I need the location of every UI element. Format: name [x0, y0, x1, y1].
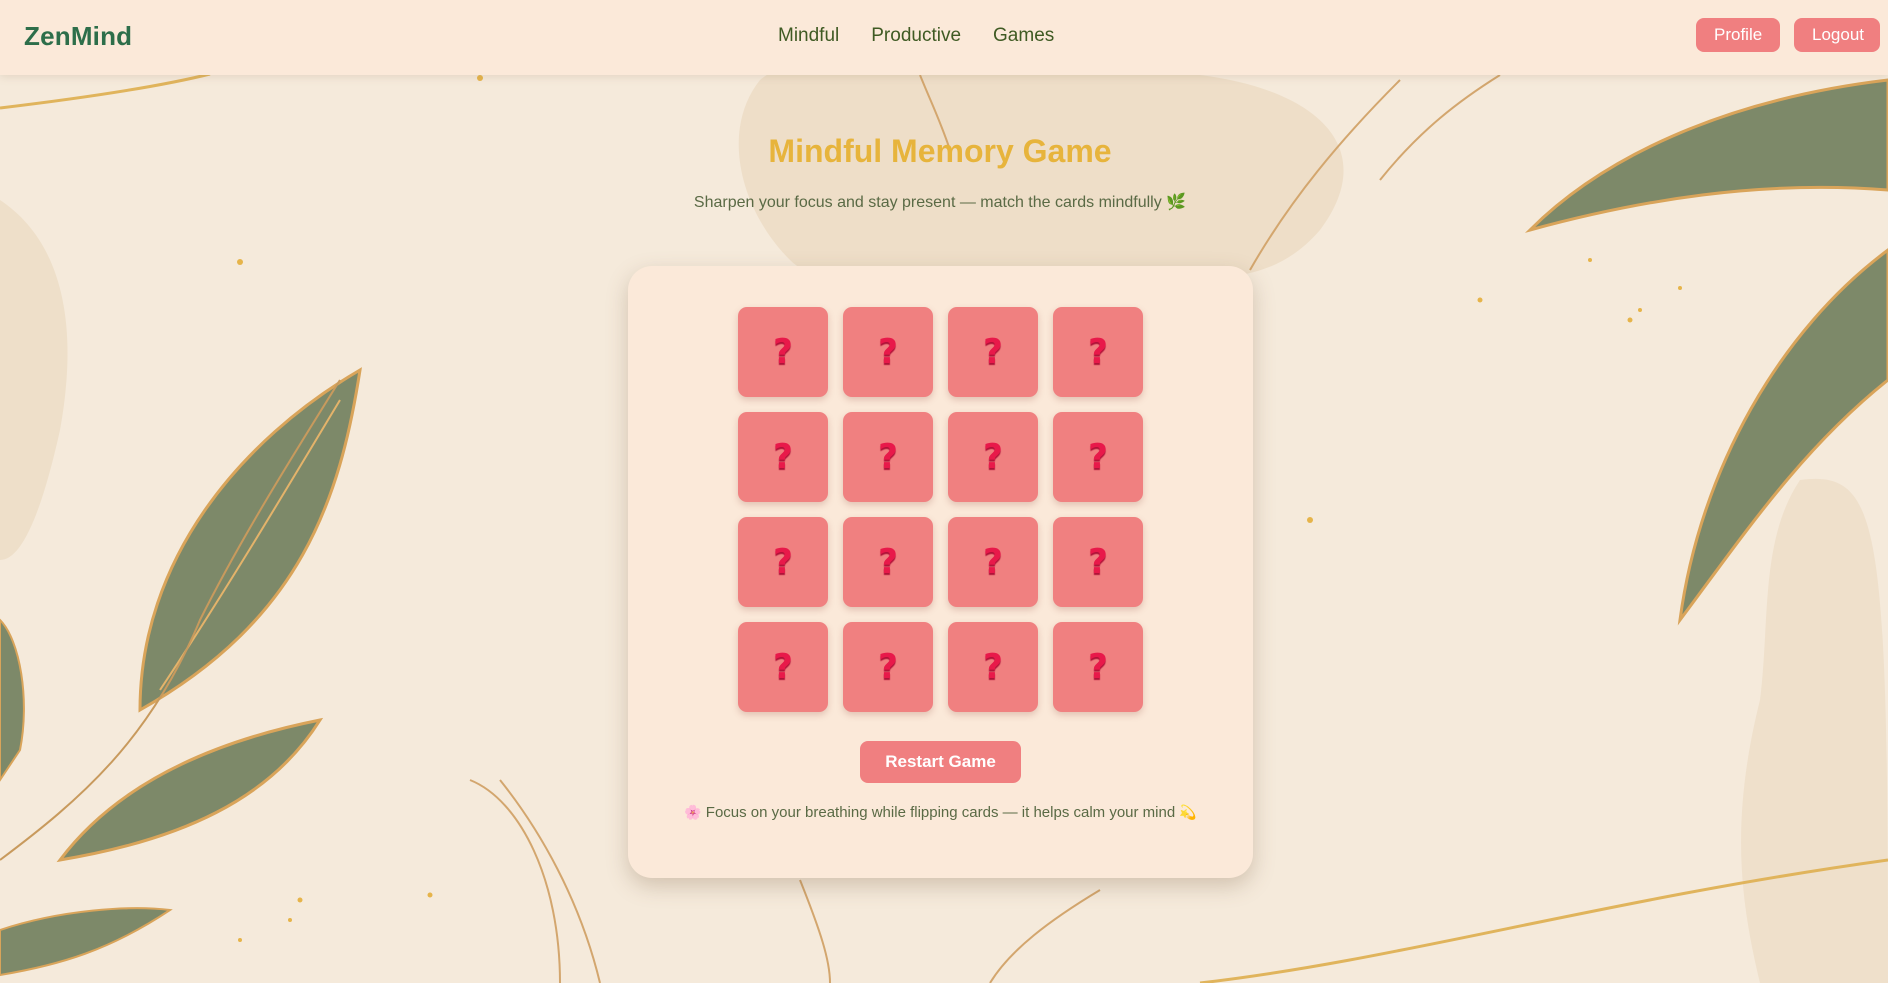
memory-card[interactable]: ? — [1053, 622, 1143, 712]
question-mark-icon: ? — [773, 647, 793, 687]
question-mark-icon: ? — [983, 542, 1003, 582]
page-subtitle: Sharpen your focus and stay present — ma… — [0, 192, 1880, 212]
herb-icon: 🌿 — [1166, 194, 1187, 211]
memory-card[interactable]: ? — [843, 307, 933, 397]
question-mark-icon: ? — [878, 542, 898, 582]
subtitle-text: Sharpen your focus and stay present — ma… — [693, 194, 1162, 211]
nav-links: Mindful Productive Games — [778, 25, 1054, 47]
nav-link-games[interactable]: Games — [993, 25, 1054, 47]
flower-icon: 🌸 — [684, 804, 702, 820]
question-mark-icon: ? — [878, 437, 898, 477]
question-mark-icon: ? — [1088, 542, 1108, 582]
question-mark-icon: ? — [1088, 437, 1108, 477]
question-mark-icon: ? — [878, 647, 898, 687]
question-mark-icon: ? — [773, 332, 793, 372]
question-mark-icon: ? — [983, 647, 1003, 687]
memory-card[interactable]: ? — [948, 622, 1038, 712]
question-mark-icon: ? — [983, 437, 1003, 477]
card-grid: ? ? ? ? ? ? ? ? ? ? ? ? ? ? ? ? — [738, 307, 1143, 712]
memory-card[interactable]: ? — [738, 622, 828, 712]
question-mark-icon: ? — [773, 542, 793, 582]
profile-button[interactable]: Profile — [1696, 18, 1780, 52]
memory-card[interactable]: ? — [948, 517, 1038, 607]
nav-link-productive[interactable]: Productive — [871, 25, 961, 47]
restart-game-button[interactable]: Restart Game — [860, 741, 1021, 783]
question-mark-icon: ? — [983, 332, 1003, 372]
memory-card[interactable]: ? — [843, 412, 933, 502]
question-mark-icon: ? — [878, 332, 898, 372]
logout-button[interactable]: Logout — [1794, 18, 1880, 52]
tip-text: Focus on your breathing while flipping c… — [705, 804, 1176, 821]
page-title: Mindful Memory Game — [768, 133, 1112, 169]
memory-card[interactable]: ? — [1053, 517, 1143, 607]
memory-card[interactable]: ? — [738, 517, 828, 607]
memory-card[interactable]: ? — [738, 412, 828, 502]
sparkle-icon: 💫 — [1179, 804, 1197, 820]
question-mark-icon: ? — [1088, 647, 1108, 687]
memory-card[interactable]: ? — [1053, 412, 1143, 502]
memory-card[interactable]: ? — [843, 622, 933, 712]
nav-link-mindful[interactable]: Mindful — [778, 25, 839, 47]
mindfulness-tip: 🌸 Focus on your breathing while flipping… — [628, 804, 1253, 821]
question-mark-icon: ? — [773, 437, 793, 477]
memory-card[interactable]: ? — [1053, 307, 1143, 397]
game-panel: ? ? ? ? ? ? ? ? ? ? ? ? ? ? ? ? Restart … — [628, 266, 1253, 878]
memory-card[interactable]: ? — [738, 307, 828, 397]
question-mark-icon: ? — [1088, 332, 1108, 372]
top-navbar: ZenMind Mindful Productive Games Profile… — [0, 0, 1888, 75]
memory-card[interactable]: ? — [948, 307, 1038, 397]
brand-logo[interactable]: ZenMind — [24, 21, 132, 52]
memory-card[interactable]: ? — [948, 412, 1038, 502]
memory-card[interactable]: ? — [843, 517, 933, 607]
